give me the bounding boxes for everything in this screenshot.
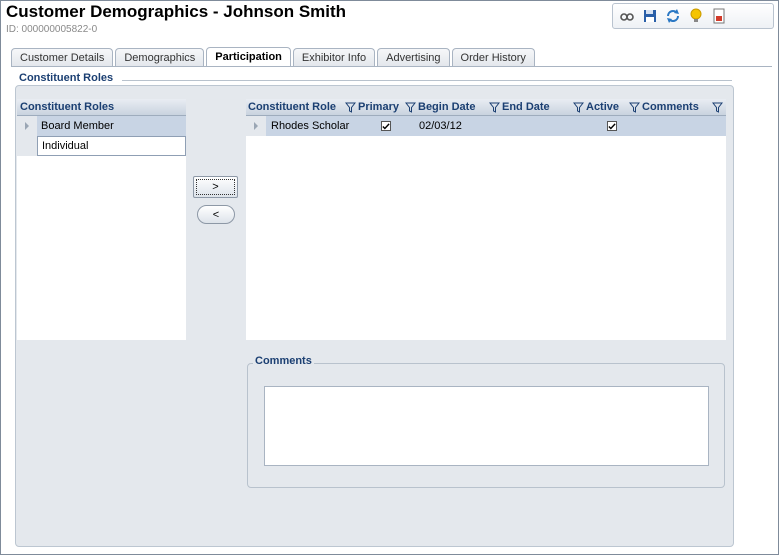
active-checkbox[interactable] [607, 121, 617, 131]
tab-exhibitor-info[interactable]: Exhibitor Info [292, 48, 376, 67]
tab-strip: Customer Details Demographics Participat… [11, 47, 537, 67]
column-header-active[interactable]: Active [586, 99, 619, 116]
lightbulb-icon[interactable] [686, 7, 705, 26]
assigned-roles-grid[interactable]: Constituent Role Primary Begin Date End … [246, 99, 726, 340]
row-indicator-icon [17, 116, 37, 136]
report-icon[interactable] [709, 7, 728, 26]
cell-begin-date: 02/03/12 [419, 120, 462, 132]
column-header-primary[interactable]: Primary [358, 99, 399, 116]
comments-label: Comments [253, 355, 314, 367]
tab-divider [11, 66, 772, 67]
row-gutter [17, 136, 37, 156]
filter-icon[interactable] [712, 102, 723, 113]
comments-textarea[interactable] [264, 386, 709, 466]
save-icon[interactable] [640, 7, 659, 26]
toolbar [612, 3, 774, 29]
column-header-end-date[interactable]: End Date [502, 99, 550, 116]
list-item[interactable]: Individual [17, 136, 186, 156]
remove-role-button[interactable]: < [197, 205, 235, 224]
column-header-role[interactable]: Constituent Role [248, 99, 336, 116]
filter-icon[interactable] [573, 102, 584, 113]
filter-icon[interactable] [405, 102, 416, 113]
available-roles-header: Constituent Roles [17, 99, 186, 116]
group-title: Constituent Roles [19, 72, 114, 84]
list-item-label: Individual [37, 136, 186, 156]
tab-advertising[interactable]: Advertising [377, 48, 450, 67]
view-icon[interactable] [617, 7, 636, 26]
filter-icon[interactable] [489, 102, 500, 113]
window-frame: Customer Demographics - Johnson Smith ID… [0, 0, 779, 555]
column-header-begin-date[interactable]: Begin Date [418, 99, 475, 116]
tab-participation[interactable]: Participation [206, 47, 291, 67]
row-indicator-icon [246, 116, 266, 136]
filter-icon[interactable] [629, 102, 640, 113]
tab-order-history[interactable]: Order History [451, 48, 535, 67]
grid-header: Constituent Role Primary Begin Date End … [246, 99, 726, 116]
page-title: Customer Demographics - Johnson Smith [6, 2, 347, 21]
table-row[interactable]: Rhodes Scholar 02/03/12 [246, 116, 726, 136]
customer-id: ID: 000000005822-0 [6, 24, 98, 35]
add-role-button[interactable]: > [193, 176, 238, 198]
filter-icon[interactable] [345, 102, 356, 113]
cell-role: Rhodes Scholar [271, 120, 350, 132]
list-item[interactable]: Board Member [17, 116, 186, 136]
group-divider [122, 80, 732, 81]
column-header-comments[interactable]: Comments [642, 99, 699, 116]
available-roles-list[interactable]: Constituent Roles Board Member Individua… [17, 99, 186, 340]
refresh-icon[interactable] [663, 7, 682, 26]
tab-demographics[interactable]: Demographics [115, 48, 205, 67]
tab-customer-details[interactable]: Customer Details [11, 48, 114, 67]
list-item-label: Board Member [37, 116, 186, 136]
primary-checkbox[interactable] [381, 121, 391, 131]
